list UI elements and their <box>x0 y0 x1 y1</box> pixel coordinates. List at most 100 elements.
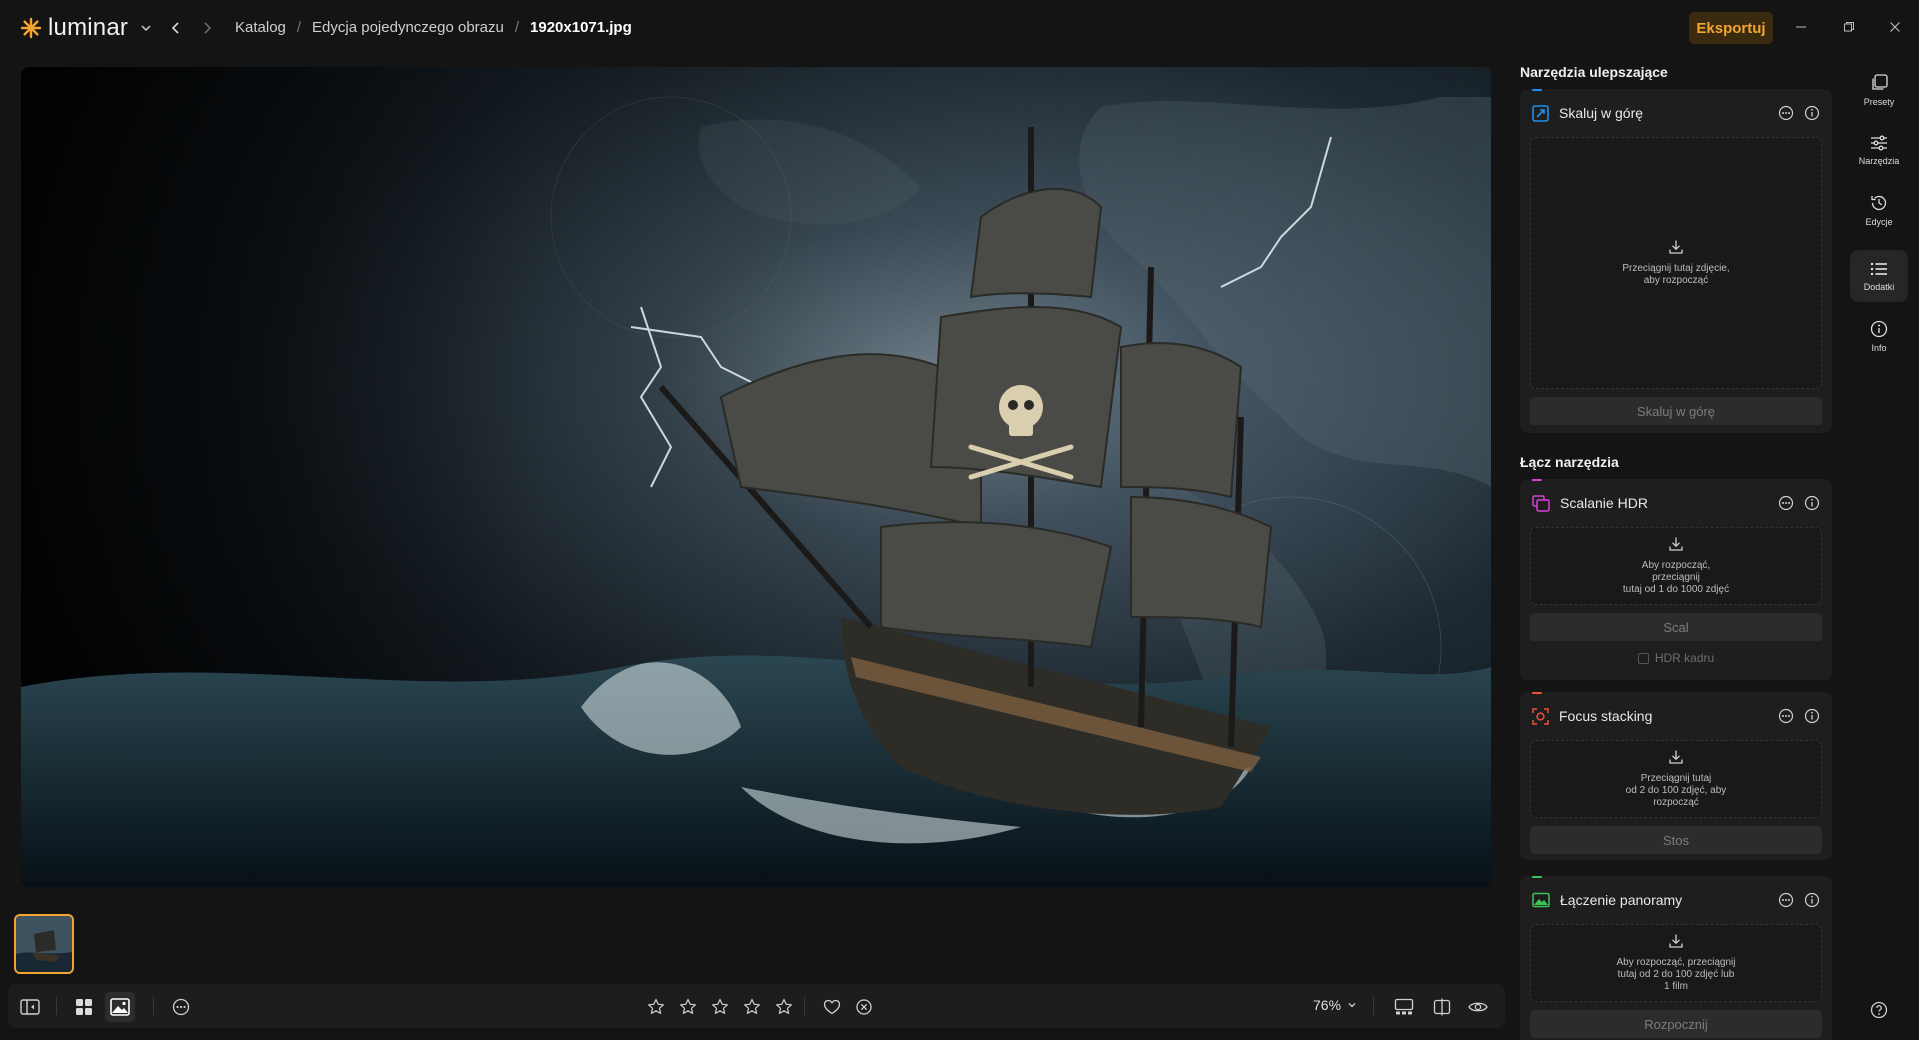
hdr-merge-card: Scalanie HDR Aby rozpocząć, przeciągnij … <box>1520 479 1832 680</box>
panorama-start-button[interactable]: Rozpocznij <box>1530 1010 1822 1038</box>
upscale-header[interactable]: Skaluj w górę <box>1532 103 1820 123</box>
right-rail: Presety Narzędzia Edycje Dodatki Info <box>1850 56 1910 1040</box>
rating-star-2[interactable] <box>676 995 700 1019</box>
sliders-icon <box>1871 135 1887 150</box>
chevron-down-icon <box>1348 1003 1356 1008</box>
info-icon[interactable] <box>1804 892 1820 908</box>
help-button[interactable] <box>1850 998 1908 1022</box>
section-title-merge: Łącz narzędzia <box>1520 454 1619 470</box>
card-accent <box>1532 876 1542 878</box>
rail-info[interactable]: Info <box>1850 310 1908 362</box>
focus-stack-button[interactable]: Stos <box>1530 826 1822 854</box>
toolbar-divider <box>56 997 57 1015</box>
history-icon <box>1871 195 1887 210</box>
close-icon <box>1890 22 1900 32</box>
reject-button[interactable] <box>852 995 876 1019</box>
panorama-title: Łączenie panoramy <box>1560 892 1683 908</box>
dropzone-text: Przeciągnij tutaj od 2 do 100 zdjęć, aby… <box>1625 773 1727 808</box>
hdr-frame-option[interactable]: HDR kadru <box>1520 651 1832 665</box>
chevron-left-icon <box>171 22 179 34</box>
info-icon[interactable] <box>1804 495 1820 511</box>
star-icon <box>712 998 728 1014</box>
rating-star-1[interactable] <box>644 995 668 1019</box>
breadcrumb-catalog[interactable]: Katalog <box>235 19 286 37</box>
compare-button[interactable] <box>1430 995 1454 1019</box>
focus-dropzone[interactable]: Przeciągnij tutaj od 2 do 100 zdjęć, aby… <box>1530 740 1822 818</box>
bottom-toolbar: 76% <box>8 984 1505 1028</box>
import-icon <box>1669 750 1683 764</box>
photo-pirate-ship <box>21 67 1491 887</box>
rail-edits[interactable]: Edycje <box>1850 184 1908 236</box>
breadcrumb: Katalog / Edycja pojedynczego obrazu / 1… <box>235 19 632 37</box>
compare-icon <box>1433 998 1451 1016</box>
focus-header[interactable]: Focus stacking <box>1532 706 1820 726</box>
star-icon <box>776 998 792 1014</box>
rating-star-5[interactable] <box>772 995 796 1019</box>
favorite-button[interactable] <box>820 995 844 1019</box>
panorama-card: Łączenie panoramy Aby rozpocząć, przecią… <box>1520 876 1832 1040</box>
thumbnail-image <box>16 916 72 972</box>
dropzone-text: Aby rozpocząć, przeciągnij tutaj od 2 do… <box>1616 957 1736 992</box>
breadcrumb-single-edit[interactable]: Edycja pojedynczego obrazu <box>312 19 504 37</box>
focus-stack-icon <box>1532 707 1549 725</box>
toolbar-divider <box>153 997 154 1015</box>
upscale-card: Skaluj w górę Przeciągnij tutaj zdjęcie,… <box>1520 89 1832 433</box>
zoom-dropdown[interactable]: 76% <box>1313 997 1357 1013</box>
toolbar-divider <box>804 997 805 1015</box>
dropzone-text: Aby rozpocząć, przeciągnij tutaj od 1 do… <box>1622 560 1730 595</box>
back-button[interactable] <box>166 18 186 38</box>
rail-extras[interactable]: Dodatki <box>1850 250 1908 302</box>
minimize-button[interactable] <box>1790 16 1812 38</box>
filmstrip-thumbnail[interactable] <box>14 914 74 974</box>
tools-panel: Narzędzia ulepszające Skaluj w górę Prze… <box>1520 56 1834 1040</box>
more-circle-icon[interactable] <box>1778 892 1794 908</box>
forward-button[interactable] <box>197 18 217 38</box>
hdr-merge-icon <box>1532 494 1550 512</box>
upscale-dropzone[interactable]: Przeciągnij tutaj zdjęcie, aby rozpocząć <box>1530 137 1822 389</box>
upscale-button[interactable]: Skaluj w górę <box>1530 397 1822 425</box>
hdr-merge-button[interactable]: Scal <box>1530 613 1822 641</box>
chevron-down-icon <box>141 25 151 32</box>
section-title-enhance: Narzędzia ulepszające <box>1520 64 1668 80</box>
more-options-button[interactable] <box>169 995 193 1019</box>
panorama-header[interactable]: Łączenie panoramy <box>1532 890 1820 910</box>
rail-presets[interactable]: Presety <box>1850 64 1908 116</box>
close-window-button[interactable] <box>1884 16 1906 38</box>
single-image-view-button[interactable] <box>105 992 135 1022</box>
rating-star-3[interactable] <box>708 995 732 1019</box>
import-icon <box>1669 240 1683 254</box>
more-circle-icon[interactable] <box>1778 495 1794 511</box>
rail-label: Presety <box>1863 96 1895 107</box>
rail-tools[interactable]: Narzędzia <box>1850 124 1908 176</box>
rating-star-4[interactable] <box>740 995 764 1019</box>
info-icon[interactable] <box>1804 708 1820 724</box>
rail-label: Dodatki <box>1863 281 1895 292</box>
more-circle-icon[interactable] <box>1778 708 1794 724</box>
breadcrumb-filename: 1920x1071.jpg <box>530 19 632 36</box>
breadcrumb-separator: / <box>296 19 302 36</box>
image-icon <box>110 998 130 1016</box>
more-circle-icon[interactable] <box>1778 105 1794 121</box>
grid-view-button[interactable] <box>72 995 96 1019</box>
star-icon <box>680 998 696 1014</box>
filmstrip-toggle-button[interactable] <box>1392 995 1416 1019</box>
hdr-frame-checkbox[interactable] <box>1637 652 1649 664</box>
image-canvas[interactable] <box>21 67 1491 887</box>
import-icon <box>1669 934 1683 948</box>
info-icon[interactable] <box>1804 105 1820 121</box>
import-icon <box>1669 537 1683 551</box>
brand-name: luminar <box>48 14 129 41</box>
card-accent <box>1532 89 1542 91</box>
toggle-sidebar-button[interactable] <box>18 995 42 1019</box>
filmstrip-icon <box>1394 998 1414 1015</box>
hdr-dropzone[interactable]: Aby rozpocząć, przeciągnij tutaj od 1 do… <box>1530 527 1822 605</box>
hdr-header[interactable]: Scalanie HDR <box>1532 493 1820 513</box>
sidebar-panel-icon <box>20 999 40 1015</box>
preview-button[interactable] <box>1466 995 1490 1019</box>
restore-button[interactable] <box>1838 16 1860 38</box>
card-accent <box>1532 479 1542 481</box>
reject-icon <box>856 999 872 1015</box>
app-logo-menu[interactable]: luminar <box>20 14 152 42</box>
panorama-dropzone[interactable]: Aby rozpocząć, przeciągnij tutaj od 2 do… <box>1530 924 1822 1002</box>
export-button[interactable]: Eksportuj <box>1689 12 1773 44</box>
